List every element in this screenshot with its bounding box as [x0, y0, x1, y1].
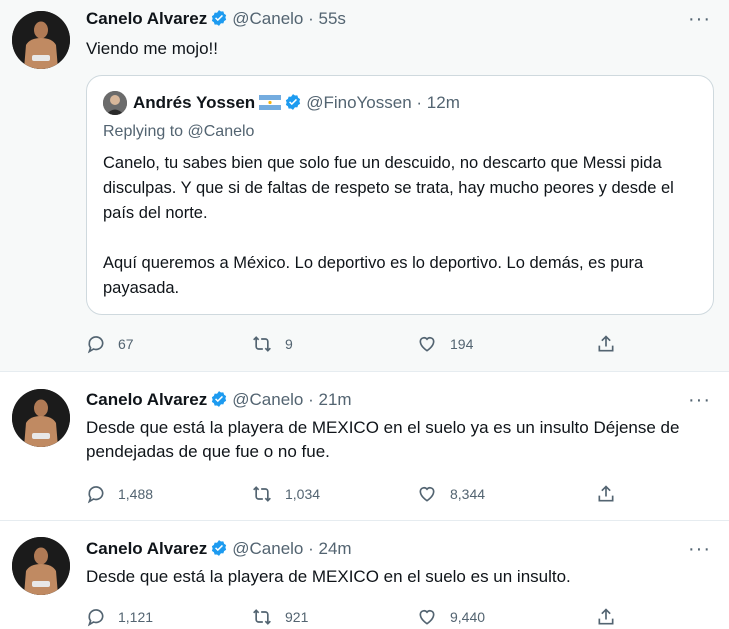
share-icon [598, 485, 614, 502]
author-handle[interactable]: @Canelo [232, 390, 303, 409]
share-icon [598, 335, 614, 352]
tweet[interactable]: Canelo Alvarez @Canelo · 55s ··· Viendo m… [0, 0, 729, 371]
quoted-author-name[interactable]: Andrés Yossen [133, 93, 255, 112]
quoted-avatar [103, 91, 127, 115]
like-count: 8,344 [450, 486, 486, 502]
quoted-author-handle[interactable]: @FinoYossen [306, 93, 411, 112]
verified-badge-icon [210, 390, 228, 414]
share-button[interactable] [596, 482, 628, 506]
replying-to-label: Replying to [103, 123, 184, 140]
share-button[interactable] [596, 332, 628, 356]
author-handle[interactable]: @Canelo [232, 539, 303, 558]
quoted-text: Canelo, tu sabes bien que solo fue un de… [103, 151, 699, 326]
reply-count: 1,488 [118, 486, 154, 502]
tweet-header: Canelo Alvarez @Canelo · 21m [86, 389, 352, 414]
timestamp[interactable]: · 55s [308, 9, 346, 28]
retweet-icon [253, 486, 271, 502]
argentina-flag-icon [259, 94, 282, 116]
retweet-button[interactable]: 9 [251, 332, 293, 356]
tweet-actions: 1,488 1,034 8,344 [86, 482, 626, 506]
more-options-icon[interactable]: ··· [688, 390, 711, 410]
verified-badge-icon [210, 9, 228, 33]
share-icon [598, 608, 614, 625]
more-options-icon[interactable]: ··· [688, 539, 711, 559]
avatar[interactable] [12, 537, 70, 595]
replying-to-handle[interactable]: @Canelo [188, 123, 255, 140]
tweet-text: Desde que está la playera de MEXICO en e… [86, 567, 571, 586]
reply-icon [87, 609, 104, 627]
like-count: 9,440 [450, 609, 486, 625]
author-name[interactable]: Canelo Alvarez [86, 390, 207, 409]
like-button[interactable]: 194 [416, 332, 473, 356]
reply-count: 1,121 [118, 609, 154, 625]
avatar[interactable] [12, 389, 70, 447]
tweet-header: Canelo Alvarez @Canelo · 55s [86, 8, 346, 33]
avatar[interactable] [12, 11, 70, 69]
retweet-icon [253, 336, 271, 352]
tweet-actions: 1,121 921 9,440 [86, 605, 626, 629]
like-button[interactable]: 8,344 [416, 482, 485, 506]
heart-icon [419, 486, 435, 502]
retweet-button[interactable]: 1,034 [251, 482, 320, 506]
tweet-text: Viendo me mojo!! [86, 39, 218, 58]
like-count: 194 [450, 336, 474, 352]
retweet-icon [253, 609, 271, 625]
share-button[interactable] [596, 605, 628, 629]
quoted-paragraph: Canelo, tu sabes bien que solo fue un de… [103, 154, 674, 222]
author-name[interactable]: Canelo Alvarez [86, 539, 207, 558]
author-handle[interactable]: @Canelo [232, 9, 303, 28]
timestamp[interactable]: · 24m [308, 539, 351, 558]
replying-to: Replying to @Canelo [103, 123, 254, 141]
retweet-button[interactable]: 921 [251, 605, 308, 629]
reply-button[interactable]: 1,488 [86, 482, 153, 506]
tweet-header: Canelo Alvarez @Canelo · 24m [86, 538, 352, 563]
timestamp[interactable]: · 21m [308, 390, 351, 409]
heart-icon [419, 609, 435, 625]
retweet-count: 921 [285, 609, 309, 625]
quoted-paragraph: Aquí queremos a México. Lo deportivo es … [103, 254, 644, 297]
tweet[interactable]: Canelo Alvarez @Canelo · 24m ··· Desde qu… [0, 520, 729, 629]
quoted-tweet[interactable]: Andrés Yossen @FinoYossen · 12m Replying … [86, 75, 714, 315]
heart-icon [419, 336, 435, 352]
tweet-actions: 67 9 194 [86, 332, 626, 356]
retweet-count: 1,034 [285, 486, 321, 502]
reply-icon [87, 336, 104, 354]
reply-button[interactable]: 67 [86, 332, 134, 356]
like-button[interactable]: 9,440 [416, 605, 485, 629]
verified-badge-icon [210, 539, 228, 563]
author-name[interactable]: Canelo Alvarez [86, 9, 207, 28]
more-options-icon[interactable]: ··· [688, 9, 711, 29]
quoted-header: Andrés Yossen @FinoYossen · 12m [133, 92, 460, 117]
tweet[interactable]: Canelo Alvarez @Canelo · 21m ··· Desde qu… [0, 371, 729, 521]
reply-button[interactable]: 1,121 [86, 605, 153, 629]
reply-count: 67 [118, 336, 134, 352]
verified-badge-icon [284, 93, 302, 117]
reply-icon [87, 486, 104, 504]
tweet-text: Desde que está la playera de MEXICO en e… [86, 418, 680, 461]
retweet-count: 9 [285, 336, 293, 352]
quoted-timestamp[interactable]: · 12m [416, 93, 459, 112]
